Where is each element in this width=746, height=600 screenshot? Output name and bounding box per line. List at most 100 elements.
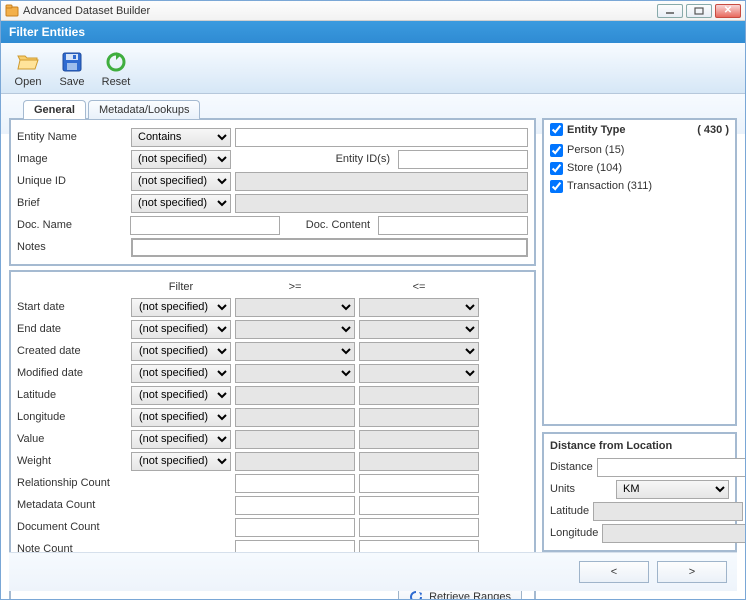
refresh-icon [409,590,423,599]
weight-gte[interactable] [235,452,355,471]
entity-type-label: Store (104) [567,162,622,174]
longitude-gte[interactable] [235,408,355,427]
value-gte[interactable] [235,430,355,449]
entity-type-label: Person (15) [567,144,624,156]
doc-name-label: Doc. Name [17,219,126,231]
modified-date-label: Modified date [17,367,127,379]
document-count-lte[interactable] [359,518,479,537]
titlebar: Advanced Dataset Builder ✕ [1,1,745,21]
relationship-count-lte[interactable] [359,474,479,493]
entity-name-label: Entity Name [17,131,127,143]
weight-operator[interactable]: (not specified) [131,452,231,471]
value-operator[interactable]: (not specified) [131,430,231,449]
entity-type-all-checkbox[interactable] [550,123,563,136]
modified-date-operator[interactable]: (not specified) [131,364,231,383]
tab-general[interactable]: General [23,100,86,119]
modified-date-lte[interactable] [359,364,479,383]
content-area: General Metadata/Lookups Entity Name Con… [1,94,745,599]
notes-label: Notes [17,241,127,253]
modified-date-gte[interactable] [235,364,355,383]
dist-longitude-input[interactable] [602,524,745,543]
metadata-count-lte[interactable] [359,496,479,515]
entity-ids-input[interactable] [398,150,528,169]
reset-button[interactable]: Reset [95,47,137,89]
end-date-lte[interactable] [359,320,479,339]
start-date-gte[interactable] [235,298,355,317]
notes-input[interactable] [131,238,528,257]
entity-type-checkbox-transaction[interactable] [550,180,563,193]
longitude-lte[interactable] [359,408,479,427]
start-date-operator[interactable]: (not specified) [131,298,231,317]
range-header: Filter >= <= [17,278,528,296]
end-date-gte[interactable] [235,320,355,339]
start-date-lte[interactable] [359,298,479,317]
longitude-label: Longitude [17,411,127,423]
doc-content-input[interactable] [378,216,528,235]
unique-id-label: Unique ID [17,175,127,187]
created-date-operator[interactable]: (not specified) [131,342,231,361]
metadata-count-gte[interactable] [235,496,355,515]
text-filters-panel: Entity Name Contains Image (not specifie… [9,118,536,266]
maximize-button[interactable] [686,4,712,18]
filter-col-head: Filter [131,281,231,293]
reset-icon [104,50,128,74]
save-icon [60,50,84,74]
window-title: Advanced Dataset Builder [23,5,657,17]
entity-type-item: Person (15) [550,141,729,159]
weight-label: Weight [17,455,127,467]
open-button[interactable]: Open [7,47,49,89]
tab-metadata-lookups[interactable]: Metadata/Lookups [88,100,201,119]
latitude-operator[interactable]: (not specified) [131,386,231,405]
entity-name-operator[interactable]: Contains [131,128,231,147]
weight-lte[interactable] [359,452,479,471]
image-operator[interactable]: (not specified) [131,150,231,169]
end-date-operator[interactable]: (not specified) [131,320,231,339]
open-label: Open [15,76,42,88]
unique-id-input[interactable] [235,172,528,191]
entity-type-item: Transaction (311) [550,177,729,195]
entity-type-checkbox-person[interactable] [550,144,563,157]
created-date-lte[interactable] [359,342,479,361]
relationship-count-gte[interactable] [235,474,355,493]
created-date-label: Created date [17,345,127,357]
dist-latitude-input[interactable] [593,502,743,521]
range-filters-panel: Filter >= <= Start date (not specified) E… [9,270,536,599]
minimize-button[interactable] [657,4,683,18]
tabs-row: General Metadata/Lookups [9,96,737,118]
dist-longitude-label: Longitude [550,527,598,539]
start-date-label: Start date [17,301,127,313]
latitude-gte[interactable] [235,386,355,405]
ribbon-title: Filter Entities [1,21,745,43]
created-date-gte[interactable] [235,342,355,361]
doc-content-label: Doc. Content [284,219,374,231]
unique-id-operator[interactable]: (not specified) [131,172,231,191]
prev-button[interactable]: < [579,561,649,583]
end-date-label: End date [17,323,127,335]
image-label: Image [17,153,127,165]
doc-name-input[interactable] [130,216,280,235]
document-count-gte[interactable] [235,518,355,537]
document-count-label: Document Count [17,521,127,533]
distance-panel: Distance from Location Distance UnitsKM … [542,432,737,552]
gte-col-head: >= [235,281,355,293]
left-column: Entity Name Contains Image (not specifie… [9,118,536,552]
brief-input[interactable] [235,194,528,213]
lte-col-head: <= [359,281,479,293]
latitude-lte[interactable] [359,386,479,405]
save-button[interactable]: Save [51,47,93,89]
distance-input[interactable] [597,458,745,477]
entity-type-checkbox-store[interactable] [550,162,563,175]
reset-label: Reset [102,76,131,88]
brief-label: Brief [17,197,127,209]
save-label: Save [59,76,84,88]
close-button[interactable]: ✕ [715,4,741,18]
longitude-operator[interactable]: (not specified) [131,408,231,427]
folder-open-icon [16,50,40,74]
value-lte[interactable] [359,430,479,449]
entity-name-input[interactable] [235,128,528,147]
metadata-count-label: Metadata Count [17,499,127,511]
units-select[interactable]: KM [616,480,729,499]
value-label: Value [17,433,127,445]
next-button[interactable]: > [657,561,727,583]
brief-operator[interactable]: (not specified) [131,194,231,213]
